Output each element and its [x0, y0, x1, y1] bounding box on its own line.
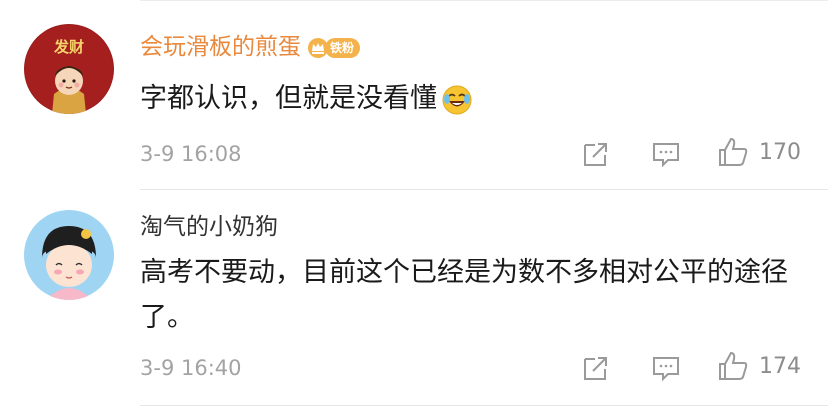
like-button[interactable]: 170: [717, 136, 801, 168]
comment-username[interactable]: 会玩滑板的煎蛋 铁粉: [140, 32, 361, 62]
avatar-image: 发财: [24, 24, 114, 114]
thumbs-up-icon: [719, 351, 748, 380]
comment-time: 3-9 16:40: [140, 356, 242, 380]
laugh-cry-emoji-icon: [442, 85, 472, 114]
comment-time: 3-9 16:08: [140, 142, 242, 166]
avatar-caption: 发财: [53, 38, 84, 56]
comment-button[interactable]: [651, 138, 681, 170]
comment-icon: [653, 357, 679, 382]
comment-text: 字都认识，但就是没看懂: [140, 76, 800, 121]
comment-item: 发财 会玩滑板的煎蛋 铁粉 字都认识，但就是没看懂 3-9 16:08 170: [0, 0, 828, 190]
comment-divider: [140, 405, 828, 406]
share-button[interactable]: [581, 352, 611, 384]
fan-badge[interactable]: 铁粉: [307, 37, 361, 59]
like-count: 170: [759, 139, 801, 165]
avatar-image: [24, 210, 114, 300]
avatar[interactable]: [24, 210, 114, 300]
like-count: 174: [759, 353, 801, 379]
comment-text-body: 字都认识，但就是没看懂: [140, 83, 437, 114]
comment-item: 淘气的小奶狗 高考不要动，目前这个已经是为数不多相对公平的途径了。 3-9 16…: [0, 190, 828, 409]
comment-username[interactable]: 淘气的小奶狗: [140, 212, 278, 242]
share-button[interactable]: [581, 138, 611, 170]
avatar[interactable]: 发财: [24, 24, 114, 114]
like-button[interactable]: 174: [717, 350, 801, 382]
comment-text: 高考不要动，目前这个已经是为数不多相对公平的途径了。: [140, 257, 788, 333]
comment-icon: [653, 143, 679, 168]
fan-badge-label: 铁粉: [325, 37, 361, 58]
thumbs-up-icon: [719, 137, 748, 166]
comment-button[interactable]: [651, 352, 681, 384]
share-icon: [584, 143, 607, 166]
share-icon: [584, 357, 607, 380]
username-text[interactable]: 会玩滑板的煎蛋: [140, 34, 301, 60]
